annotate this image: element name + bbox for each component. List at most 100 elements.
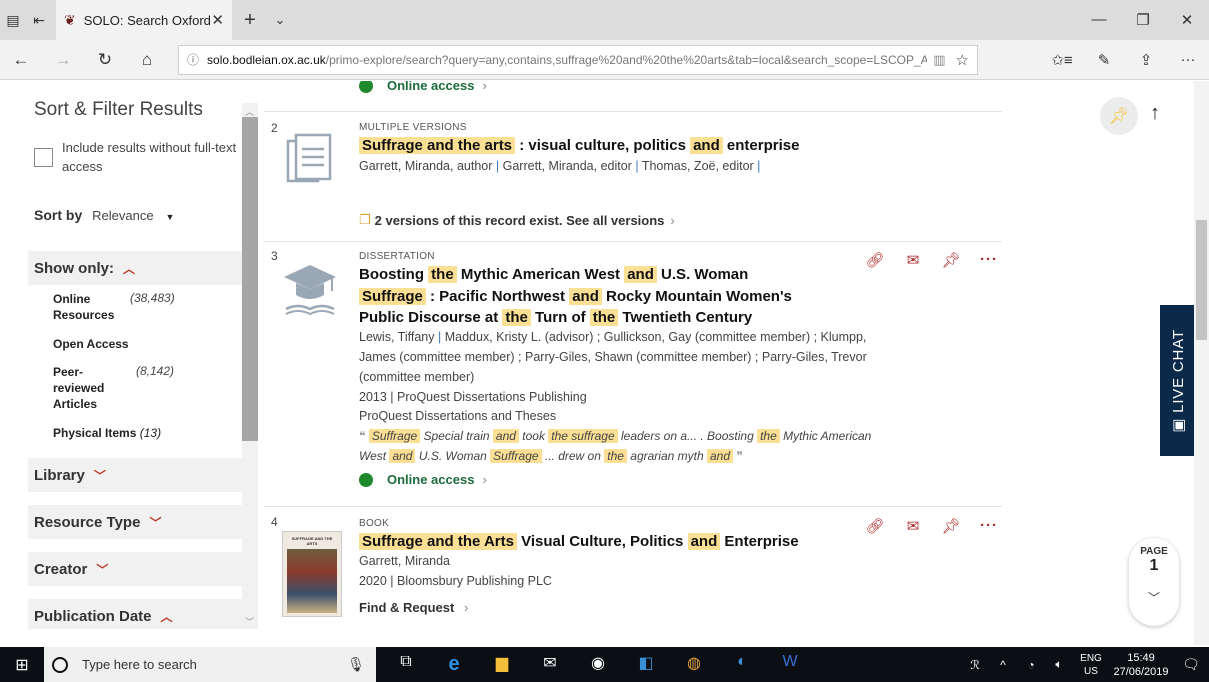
result-title-link[interactable]: Boosting the Mythic American West and U.… bbox=[359, 264, 919, 329]
groove-music-icon[interactable]: ◉ bbox=[574, 653, 622, 676]
result-number: 2 bbox=[271, 121, 278, 135]
authors-text: (committee member) bbox=[359, 370, 475, 384]
tab-list-chevron-icon[interactable]: ⌄ bbox=[268, 12, 292, 28]
wifi-icon[interactable]: ◔ bbox=[1017, 658, 1045, 672]
scroll-down-icon[interactable]: ﹀ bbox=[245, 615, 254, 628]
show-hidden-icons-chevron-icon[interactable]: ^ bbox=[989, 658, 1017, 672]
graduation-cap-icon bbox=[284, 265, 336, 316]
live-chat-button[interactable]: ▣ LIVE CHAT bbox=[1160, 305, 1196, 456]
filter-sidebar: Sort & Filter Results Include results wi… bbox=[0, 81, 258, 629]
facet-physical-items[interactable]: Physical Items (13) bbox=[53, 425, 161, 441]
results-list: Online access › 2 MULTIPLE VERSIONS Suff… bbox=[264, 81, 1004, 629]
caret-down-icon[interactable]: ▼ bbox=[165, 212, 174, 222]
pin-icon[interactable]: 📌︎ bbox=[932, 251, 970, 269]
chrome-icon[interactable]: ◍ bbox=[670, 653, 718, 676]
pinned-items-button[interactable]: 📌︎ bbox=[1100, 97, 1138, 135]
taskbar-search-placeholder: Type here to search bbox=[82, 657, 197, 672]
filter-library[interactable]: Library ﹀ bbox=[28, 458, 242, 492]
site-info-icon[interactable]: ⓘ bbox=[187, 51, 199, 68]
tab-title: SOLO: Search Oxford Li bbox=[83, 12, 212, 28]
windows-taskbar: ⊞ Type here to search 🎙︎ ⧉ e ▆ ✉︎ ◉ ◧ ◍ … bbox=[0, 647, 1209, 682]
facet-open-access[interactable]: Open Access bbox=[53, 336, 129, 352]
online-access-label: Online access bbox=[387, 472, 475, 487]
author-link[interactable]: Garrett, Miranda, editor bbox=[503, 159, 632, 173]
filter-creator[interactable]: Creator ﹀ bbox=[28, 552, 242, 586]
notifications-icon[interactable]: 🗨︎ bbox=[1173, 656, 1209, 673]
reading-view-icon[interactable]: ▥ bbox=[927, 52, 945, 68]
result-title-link[interactable]: Suffrage and the Arts Visual Culture, Po… bbox=[359, 531, 919, 553]
taskbar-search-box[interactable]: Type here to search bbox=[44, 647, 336, 682]
show-only-header[interactable]: Show only: ︿ bbox=[28, 251, 242, 285]
facet-online-resources[interactable]: Online Resources bbox=[53, 291, 114, 323]
share-icon[interactable]: ⇪ bbox=[1125, 51, 1167, 69]
filter-resource-type[interactable]: Resource Type ﹀ bbox=[28, 505, 242, 539]
scroll-up-icon[interactable]: ︿ bbox=[245, 105, 254, 118]
restore-icon[interactable]: ❐ bbox=[1121, 11, 1165, 29]
see-all-versions-link[interactable]: ❐ 2 versions of this record exist. See a… bbox=[359, 212, 675, 228]
filter-publication-date[interactable]: Publication Date ︿ bbox=[28, 599, 242, 629]
more-actions-icon[interactable]: ··· bbox=[970, 251, 1004, 269]
back-to-top-icon[interactable]: ↑ bbox=[1150, 102, 1160, 125]
page-scrollbar-thumb[interactable] bbox=[1196, 220, 1207, 340]
volume-icon[interactable]: 🔈︎ bbox=[1045, 657, 1073, 672]
chevron-down-icon: ﹀ bbox=[93, 468, 106, 483]
pin-icon[interactable]: 📌︎ bbox=[932, 517, 970, 535]
more-actions-icon[interactable]: ··· bbox=[970, 517, 1004, 535]
minimize-icon[interactable]: — bbox=[1077, 11, 1121, 29]
tab-actions-icon[interactable]: ▤ bbox=[0, 0, 26, 40]
close-window-icon[interactable]: ✕ bbox=[1165, 11, 1209, 29]
sort-by-value[interactable]: Relevance bbox=[92, 208, 153, 223]
mail-icon[interactable]: ✉︎ bbox=[526, 653, 574, 676]
page-indicator[interactable]: PAGE 1 ﹀ bbox=[1129, 538, 1179, 626]
people-icon[interactable]: ℛ bbox=[961, 658, 989, 672]
language-indicator[interactable]: ENG US bbox=[1073, 652, 1109, 678]
result-source: ProQuest Dissertations and Theses bbox=[359, 409, 557, 423]
result-title-link[interactable]: Suffrage and the arts : visual culture, … bbox=[359, 135, 919, 157]
app-icon[interactable]: ◐ bbox=[718, 653, 766, 676]
home-icon[interactable]: ⌂ bbox=[126, 50, 168, 70]
refresh-icon[interactable]: ↻ bbox=[84, 50, 126, 70]
microphone-icon[interactable]: 🎙︎ bbox=[336, 647, 376, 682]
new-tab-icon[interactable]: + bbox=[232, 9, 268, 32]
online-status-icon bbox=[359, 472, 373, 487]
pen-notes-icon[interactable]: ✎ bbox=[1083, 51, 1125, 69]
edge-browser-icon[interactable]: e bbox=[430, 653, 478, 676]
result-author[interactable]: Garrett, Miranda bbox=[359, 554, 450, 568]
forward-arrow-icon[interactable]: → bbox=[42, 50, 84, 70]
chevron-down-icon[interactable]: ﹀ bbox=[1148, 589, 1160, 606]
result-type: DISSERTATION bbox=[359, 251, 435, 262]
author-link[interactable]: Thomas, Zoë, editor bbox=[642, 159, 754, 173]
include-results-checkbox[interactable] bbox=[34, 148, 53, 167]
sidebar-scrollbar-thumb[interactable] bbox=[242, 117, 258, 441]
language-code: ENG bbox=[1080, 652, 1102, 664]
task-view-icon[interactable]: ⧉ bbox=[382, 653, 430, 676]
chevron-down-icon: ﹀ bbox=[149, 515, 162, 530]
more-menu-icon[interactable]: ··· bbox=[1167, 51, 1209, 69]
set-tabs-aside-icon[interactable]: ⇤ bbox=[26, 0, 52, 40]
book-cover-thumbnail[interactable]: SUFFRAGE AND THE ARTS bbox=[282, 531, 342, 617]
favorites-list-icon[interactable]: ✩≡ bbox=[1041, 51, 1083, 69]
facet-peer-reviewed[interactable]: Peer-reviewed Articles bbox=[53, 364, 113, 412]
taskbar-apps: ⧉ e ▆ ✉︎ ◉ ◧ ◍ ◐ W bbox=[382, 653, 814, 676]
word-icon[interactable]: W bbox=[766, 653, 814, 676]
online-access-link[interactable]: Online access › bbox=[359, 81, 487, 93]
author-link[interactable]: Lewis, Tiffany bbox=[359, 330, 435, 344]
include-results-option[interactable]: Include results without full-text access bbox=[34, 138, 237, 176]
sort-by-control[interactable]: Sort by Relevance ▼ bbox=[34, 207, 174, 223]
result-number: 4 bbox=[271, 515, 278, 529]
browser-tab-bar: ▤ ⇤ ❦ SOLO: Search Oxford Li ✕ + ⌄ — ❐ ✕ bbox=[0, 0, 1209, 40]
windows-start-icon[interactable]: ⊞ bbox=[0, 655, 44, 675]
close-tab-icon[interactable]: ✕ bbox=[211, 11, 224, 29]
find-request-link[interactable]: Find & Request › bbox=[359, 600, 468, 615]
back-arrow-icon[interactable]: ← bbox=[0, 50, 42, 70]
outlook-icon[interactable]: ◧ bbox=[622, 653, 670, 676]
favorite-star-icon[interactable]: ☆ bbox=[946, 51, 969, 69]
tab-solo[interactable]: ❦ SOLO: Search Oxford Li ✕ bbox=[56, 0, 232, 40]
clock[interactable]: 15:49 27/06/2019 bbox=[1109, 651, 1173, 679]
online-access-link[interactable]: Online access › bbox=[359, 472, 487, 487]
author-link[interactable]: Garrett, Miranda, author bbox=[359, 159, 492, 173]
page-scrollbar-track[interactable] bbox=[1194, 81, 1209, 645]
page-number: 1 bbox=[1149, 557, 1159, 574]
file-explorer-icon[interactable]: ▆ bbox=[478, 653, 526, 676]
url-field[interactable]: ⓘ solo.bodleian.ox.ac.uk /primo-explore/… bbox=[178, 44, 978, 75]
